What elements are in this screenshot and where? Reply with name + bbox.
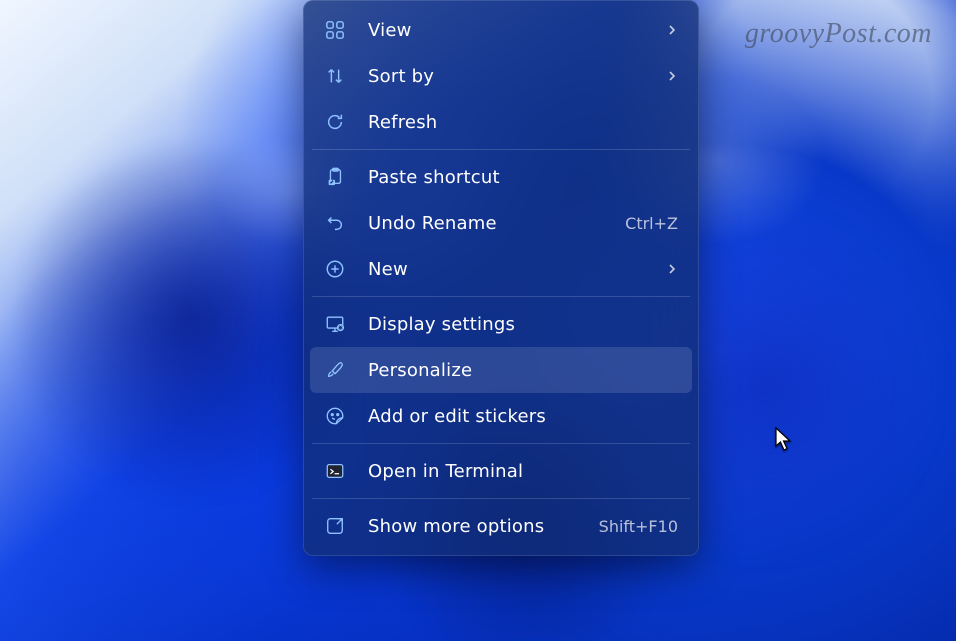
menu-label: Display settings <box>368 314 678 335</box>
menu-item-sort-by[interactable]: Sort by <box>310 53 692 99</box>
menu-item-view[interactable]: View <box>310 7 692 53</box>
chevron-right-icon <box>666 24 678 36</box>
menu-item-open-terminal[interactable]: Open in Terminal <box>310 448 692 494</box>
menu-item-paste-shortcut[interactable]: Paste shortcut <box>310 154 692 200</box>
watermark-text: groovyPost.com <box>745 18 932 50</box>
menu-item-personalize[interactable]: Personalize <box>310 347 692 393</box>
menu-label: Personalize <box>368 360 678 381</box>
more-options-icon <box>324 515 346 537</box>
menu-label: Refresh <box>368 112 678 133</box>
menu-item-new[interactable]: New <box>310 246 692 292</box>
menu-separator <box>312 443 690 444</box>
menu-label: New <box>368 259 656 280</box>
menu-item-add-stickers[interactable]: Add or edit stickers <box>310 393 692 439</box>
terminal-icon <box>324 460 346 482</box>
grid-icon <box>324 19 346 41</box>
desktop-context-menu: View Sort by Refresh <box>303 0 699 556</box>
undo-icon <box>324 212 346 234</box>
chevron-right-icon <box>666 70 678 82</box>
menu-label: Undo Rename <box>368 213 615 234</box>
menu-separator <box>312 149 690 150</box>
menu-shortcut: Shift+F10 <box>599 517 678 536</box>
menu-label: Show more options <box>368 516 589 537</box>
menu-item-show-more-options[interactable]: Show more options Shift+F10 <box>310 503 692 549</box>
paste-shortcut-icon <box>324 166 346 188</box>
sticker-icon <box>324 405 346 427</box>
menu-item-undo-rename[interactable]: Undo Rename Ctrl+Z <box>310 200 692 246</box>
display-settings-icon <box>324 313 346 335</box>
chevron-right-icon <box>666 263 678 275</box>
menu-item-refresh[interactable]: Refresh <box>310 99 692 145</box>
plus-circle-icon <box>324 258 346 280</box>
menu-separator <box>312 296 690 297</box>
menu-label: View <box>368 20 656 41</box>
menu-label: Paste shortcut <box>368 167 678 188</box>
menu-item-display-settings[interactable]: Display settings <box>310 301 692 347</box>
menu-separator <box>312 498 690 499</box>
menu-shortcut: Ctrl+Z <box>625 214 678 233</box>
sort-icon <box>324 65 346 87</box>
paintbrush-icon <box>324 359 346 381</box>
menu-label: Open in Terminal <box>368 461 678 482</box>
menu-label: Add or edit stickers <box>368 406 678 427</box>
menu-label: Sort by <box>368 66 656 87</box>
refresh-icon <box>324 111 346 133</box>
